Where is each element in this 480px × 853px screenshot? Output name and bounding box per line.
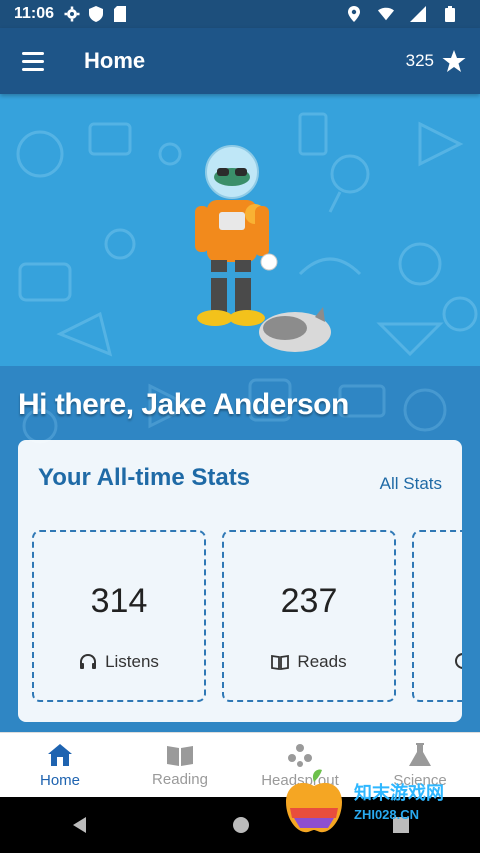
signal-icon <box>410 6 426 22</box>
status-bar: 11:06 <box>0 0 480 28</box>
battery-icon <box>442 6 458 22</box>
headsprout-icon <box>288 743 312 767</box>
stat-label-row: Reads <box>224 652 394 672</box>
recents-icon[interactable] <box>392 816 410 834</box>
avatar-hero <box>0 94 480 366</box>
nav-home[interactable]: Home <box>0 733 120 797</box>
home-circle-icon[interactable] <box>231 815 251 835</box>
stat-label: Listens <box>105 652 159 671</box>
stat-tile-reads[interactable]: 237 Reads <box>222 530 396 702</box>
book-icon <box>271 654 290 670</box>
system-navigation-bar <box>0 797 480 853</box>
all-stats-link[interactable]: All Stats <box>380 474 442 494</box>
stat-value: 237 <box>280 582 338 620</box>
nav-label: Home <box>39 771 80 789</box>
stats-title: Your All-time Stats <box>38 464 251 491</box>
points-value: 325 <box>405 51 434 70</box>
nav-headsprout[interactable]: Headsprout <box>240 733 360 797</box>
hamburger-menu-button[interactable] <box>0 28 66 94</box>
wifi-icon <box>378 6 394 22</box>
nav-label: Headsprout <box>261 771 339 789</box>
stat-tile-listens[interactable]: 314 Listens <box>32 530 206 702</box>
nav-label: Reading <box>152 770 208 788</box>
app-bar: Home 325 <box>0 28 480 94</box>
star-icon <box>442 50 466 72</box>
page-title: Home <box>84 48 146 73</box>
stat-label: Reads <box>297 652 347 671</box>
stat-label-row: Listens <box>34 652 204 672</box>
hamburger-icon <box>22 51 44 71</box>
shield-icon <box>88 6 104 22</box>
flask-icon <box>409 742 431 766</box>
bottom-navigation: Home Reading Headsprout Science <box>0 732 480 797</box>
sd-card-icon <box>112 6 128 22</box>
partial-icon <box>455 653 462 669</box>
settings-gear-icon <box>64 6 80 22</box>
nav-label: Science <box>393 771 447 789</box>
headphones-icon <box>80 653 97 669</box>
status-time: 11:06 <box>14 5 55 22</box>
greeting-text: Hi there, Jake Anderson <box>18 388 349 421</box>
location-icon <box>346 6 362 22</box>
points-counter[interactable]: 325 <box>406 49 466 73</box>
book-icon <box>167 745 193 766</box>
stat-value: 314 <box>90 582 148 620</box>
stat-tile-partial[interactable] <box>412 530 462 702</box>
house-icon <box>48 743 72 766</box>
nav-science[interactable]: Science <box>360 733 480 797</box>
astronaut-avatar <box>195 145 331 352</box>
back-icon[interactable] <box>70 815 90 835</box>
stats-card: Your All-time Stats All Stats 314 Listen… <box>18 440 462 722</box>
nav-reading[interactable]: Reading <box>120 733 240 797</box>
